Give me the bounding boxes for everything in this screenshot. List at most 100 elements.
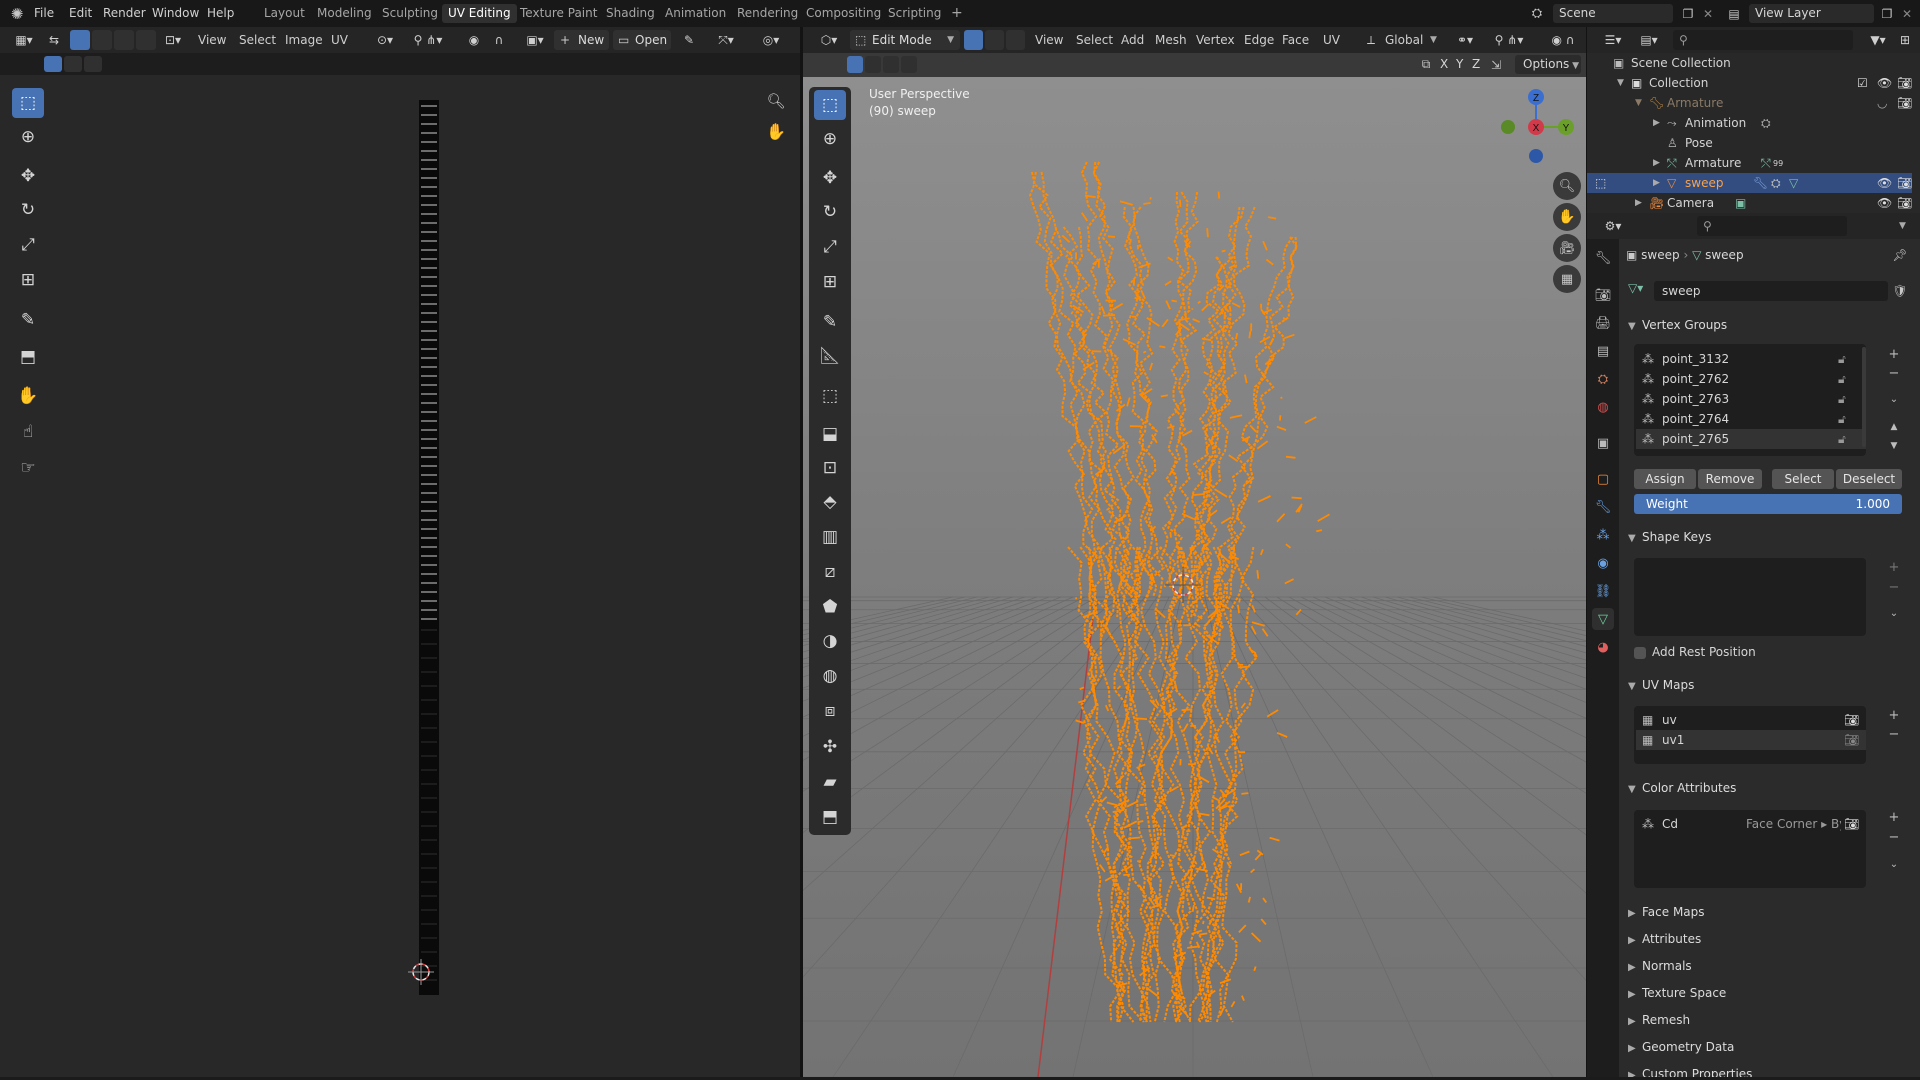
properties-search[interactable]: ⚲: [1697, 216, 1847, 236]
falloff-icon[interactable]: ∩: [487, 30, 511, 50]
uv-select-mode-set[interactable]: [44, 56, 62, 72]
color-attributes-header[interactable]: ▼ Color Attributes: [1628, 776, 1908, 800]
new-scene-icon[interactable]: ❐: [1679, 4, 1697, 23]
loop-cut-tool[interactable]: ▥: [814, 522, 846, 552]
scale-tool[interactable]: ⤢: [12, 230, 44, 260]
outliner-armature-data[interactable]: ▶ ⤲ Armature ⤲ 99: [1587, 153, 1912, 173]
uv-menu-image[interactable]: Image: [285, 30, 323, 50]
uv-menu-view[interactable]: View: [198, 30, 226, 50]
select-mode-extend[interactable]: [865, 56, 881, 73]
shape-key-specials-icon[interactable]: ⌄: [1886, 606, 1902, 622]
uv-maps-header[interactable]: ▼ UV Maps: [1628, 673, 1908, 697]
move-tool[interactable]: ✥: [12, 161, 44, 191]
outliner-sweep[interactable]: ⬚ ▶ ▽ sweep 🔧︎ ⛭ ▽ 👁︎ 📷︎: [1587, 173, 1912, 193]
outliner-camera[interactable]: ▶ 🎥︎ Camera ▣ 👁︎ 📷︎: [1587, 193, 1912, 213]
tool-tab-icon[interactable]: 🔧︎: [1592, 247, 1614, 269]
rip-region-tool[interactable]: ⬒: [814, 802, 846, 832]
material-tab-icon[interactable]: ◕: [1592, 636, 1614, 658]
knife-tool[interactable]: ⧄: [814, 557, 846, 587]
filter-icon[interactable]: ▼▾: [1865, 30, 1891, 50]
add-workspace-button[interactable]: +: [945, 4, 969, 23]
cursor-tool[interactable]: ⊕: [12, 122, 44, 152]
ortho-toggle-icon[interactable]: ▦: [1553, 265, 1581, 293]
uv-canvas[interactable]: ⬚ ⊕ ✥ ↻ ⤢ ⊞ ✎ ⬒ ✋ ☝ ☞ 🔍︎ ✋: [0, 75, 800, 1077]
select-mode-subtract[interactable]: [883, 56, 899, 73]
mesh-name-field[interactable]: sweep: [1654, 281, 1888, 301]
add-shape-key-icon[interactable]: +: [1886, 560, 1902, 576]
geometry-data-header[interactable]: ▶ Geometry Data: [1628, 1035, 1908, 1059]
sync-selection-icon[interactable]: ⇆: [44, 30, 64, 50]
open-image-button[interactable]: ▭ Open: [613, 30, 671, 50]
pin-properties-icon[interactable]: 📌︎: [1892, 247, 1908, 263]
uv-select-mode-subtract[interactable]: [84, 56, 102, 72]
vertex-group-item-active[interactable]: ⁂ point_2765 🔓︎: [1636, 429, 1866, 449]
viewport-editor-type-icon[interactable]: ⬡▾: [815, 30, 843, 50]
remove-vertex-group-icon[interactable]: −: [1886, 366, 1902, 382]
eye-icon[interactable]: 👁︎: [1877, 193, 1892, 213]
uv-map-item-active[interactable]: ▦ uv1 📷︎: [1636, 730, 1866, 750]
rip-tool[interactable]: ⬒: [12, 342, 44, 372]
uv-map-item[interactable]: ▦ uv 📷︎: [1636, 710, 1866, 730]
collection-tab-icon[interactable]: ▣: [1592, 432, 1614, 454]
editor-type-icon[interactable]: ▦▾: [10, 30, 38, 50]
tab-rendering[interactable]: Rendering: [731, 4, 804, 23]
constraints-tab-icon[interactable]: ⛓︎: [1592, 580, 1614, 602]
vertex-group-item[interactable]: ⁂ point_2764 🔓︎: [1636, 409, 1866, 429]
annotate-tool[interactable]: ✎: [12, 305, 44, 335]
rotate-tool[interactable]: ↻: [12, 195, 44, 225]
mirror-z[interactable]: Z: [1472, 56, 1480, 73]
tab-scripting[interactable]: Scripting: [882, 4, 947, 23]
shape-key-list[interactable]: [1634, 558, 1866, 636]
face-mode-button[interactable]: [1006, 30, 1025, 50]
sticky-select-icon[interactable]: ⊡▾: [160, 30, 186, 50]
tab-shading[interactable]: Shading: [600, 4, 661, 23]
camera-restrict-icon[interactable]: 📷︎: [1897, 73, 1912, 93]
mirror-x[interactable]: X: [1440, 56, 1448, 73]
pivot-icon[interactable]: ⊙▾: [372, 30, 398, 50]
outliner-armature-object[interactable]: ▼ 🦴︎ Armature ◡ 📷︎: [1587, 93, 1912, 113]
texture-space-header[interactable]: ▶ Texture Space: [1628, 981, 1908, 1005]
add-rest-position-row[interactable]: Add Rest Position: [1634, 643, 1756, 661]
eye-icon[interactable]: 👁︎: [1877, 173, 1892, 193]
vp-menu-face[interactable]: Face: [1282, 30, 1309, 50]
add-vertex-group-icon[interactable]: +: [1886, 347, 1902, 363]
select-mode-set[interactable]: [847, 56, 863, 73]
mode-dropdown[interactable]: ⬚ Edit Mode ▼: [850, 30, 960, 50]
select-mode-invert[interactable]: [901, 56, 917, 73]
outliner-search[interactable]: ⚲: [1673, 30, 1853, 50]
uv-select-mode-extend[interactable]: [64, 56, 82, 72]
tab-uv-editing[interactable]: UV Editing: [442, 4, 517, 23]
smooth-tool[interactable]: ◍: [814, 661, 846, 691]
remove-button[interactable]: Remove: [1698, 469, 1762, 489]
modifier-tab-icon[interactable]: 🔧︎: [1592, 496, 1614, 518]
vp-menu-mesh[interactable]: Mesh: [1155, 30, 1187, 50]
color-attribute-specials-icon[interactable]: ⌄: [1886, 857, 1902, 873]
outliner-scene-collection[interactable]: ▣ Scene Collection: [1587, 53, 1912, 73]
vp-select-box-tool[interactable]: ⬚: [814, 90, 846, 120]
outliner-editor-type-icon[interactable]: ☰▾: [1599, 30, 1627, 50]
active-render-icon[interactable]: 📷︎: [1844, 730, 1859, 750]
shear-tool[interactable]: ▰: [814, 767, 846, 797]
island-select-button[interactable]: [136, 30, 156, 50]
navigation-gizmo[interactable]: Z Y X: [1493, 83, 1579, 169]
grab-tool[interactable]: ✋: [12, 381, 44, 411]
zoom-icon[interactable]: 🔍︎: [764, 89, 788, 113]
render-tab-icon[interactable]: 📷︎: [1592, 284, 1614, 306]
fake-user-icon[interactable]: 🛡︎: [1892, 283, 1908, 299]
outliner-collection[interactable]: ▼ ▣ Collection ☑ 👁︎ 📷︎: [1587, 73, 1912, 93]
view-layer-icon[interactable]: ▤: [1724, 4, 1744, 23]
vertex-group-item[interactable]: ⁂ point_2762 🔓︎: [1636, 369, 1866, 389]
vp-annotate-tool[interactable]: ✎: [814, 307, 846, 337]
new-view-layer-icon[interactable]: ❐: [1878, 4, 1896, 23]
add-color-attribute-icon[interactable]: +: [1886, 810, 1902, 826]
gizmo-toggle-icon[interactable]: ⤧▾: [712, 30, 740, 50]
attributes-header[interactable]: ▶ Attributes: [1628, 927, 1908, 951]
tab-texture-paint[interactable]: Texture Paint: [514, 4, 603, 23]
3d-viewport[interactable]: ⬚ ⊕ ✥ ↻ ⤢ ⊞ ✎ 📐︎ ⬚ ⬓ ⊡ ⬘ ▥ ⧄ ⬟ ◑ ◍ ⧈ ✣ ▰…: [803, 77, 1586, 1077]
poly-build-tool[interactable]: ⬟: [814, 592, 846, 622]
uv-menu-select[interactable]: Select: [239, 30, 276, 50]
display-mode-icon[interactable]: ▤▾: [1635, 30, 1663, 50]
snap-icon[interactable]: ⚲ ⋔▾: [405, 30, 451, 50]
tab-modeling[interactable]: Modeling: [311, 4, 378, 23]
vertex-group-item[interactable]: ⁂ point_2763 🔓︎: [1636, 389, 1866, 409]
